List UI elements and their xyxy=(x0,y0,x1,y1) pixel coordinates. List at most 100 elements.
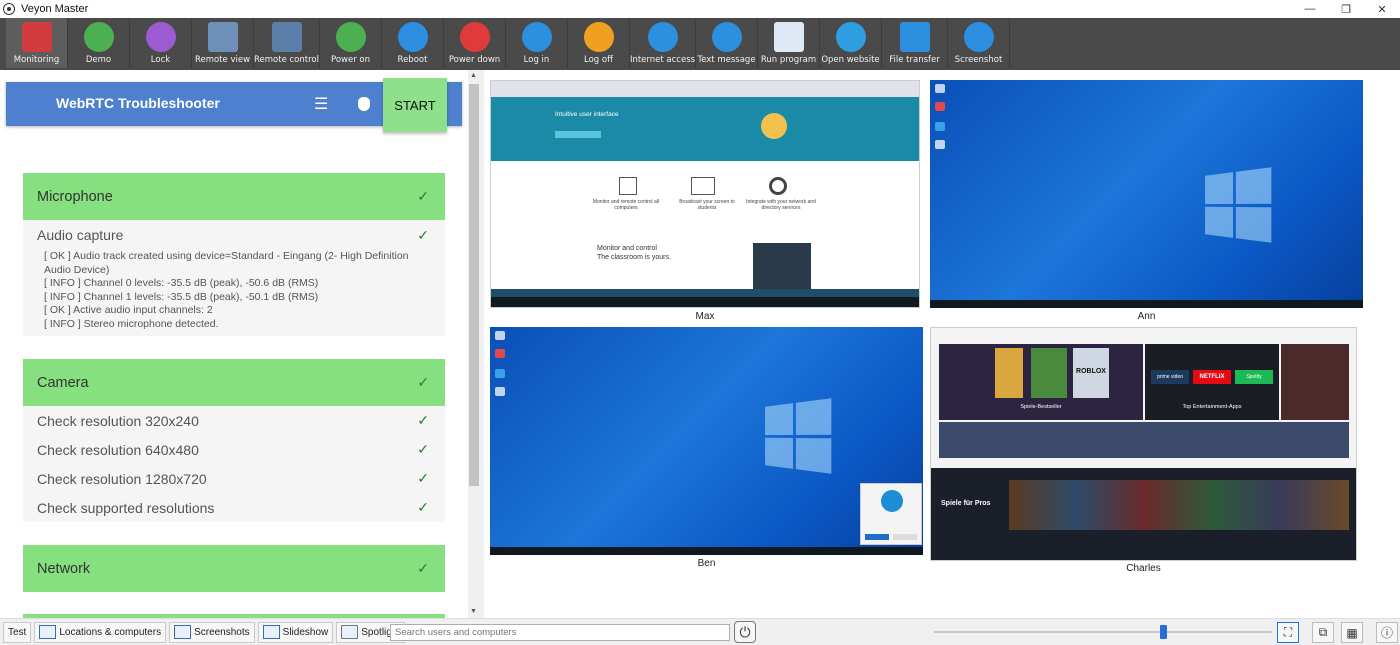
locations-computers-button[interactable]: Locations & computers xyxy=(34,621,167,643)
test-button[interactable]: Test xyxy=(3,621,32,643)
toolbar-button-run-program[interactable]: Run program xyxy=(758,18,820,68)
login-icon xyxy=(521,22,552,52)
game-covers-strip xyxy=(1009,480,1349,530)
check-icon: ✓ xyxy=(417,441,429,457)
prime-video-logo: prime video xyxy=(1151,370,1189,384)
toolbar-button-open-website[interactable]: Open website xyxy=(820,18,882,68)
computer-tile-ben[interactable]: Ben xyxy=(490,327,923,577)
computer-tile-charles[interactable]: ROBLOX Spiele-Bestseller prime video NET… xyxy=(930,327,1357,577)
slideshow-button[interactable]: Slideshow xyxy=(257,621,334,643)
toolbar-button-label: Internet access xyxy=(629,55,696,65)
power-toggle-icon[interactable]: ⏻ xyxy=(734,621,756,643)
log-line: [ OK ] Audio track created using device=… xyxy=(44,250,409,276)
about-info-icon[interactable]: ⓘ xyxy=(1376,622,1398,643)
custom-order-icon[interactable]: ⧉ xyxy=(1312,622,1334,643)
log-line: [ OK ] Active audio input channels: 2 xyxy=(44,304,213,317)
monitoring-icon xyxy=(21,22,52,52)
scroll-up-arrow-icon[interactable]: ▲ xyxy=(470,72,477,79)
feature-text: Monitor and remote control all computers xyxy=(592,199,660,211)
desktop-icon xyxy=(935,122,945,131)
camera-section-body: Check resolution 320x240 ✓ Check resolut… xyxy=(23,406,445,522)
computers-icon xyxy=(619,177,637,195)
check-icon: ✓ xyxy=(417,560,429,576)
zoom-slider-handle[interactable] xyxy=(1160,625,1167,639)
computer-screen: ROBLOX Spiele-Bestseller prime video NET… xyxy=(930,327,1357,561)
close-button[interactable]: ✕ xyxy=(1364,0,1400,18)
screenshots-label: Screenshots xyxy=(194,626,250,638)
section-title: Microphone xyxy=(37,188,113,205)
test-label: Check resolution 1280x720 xyxy=(37,470,207,487)
computer-tile-ann[interactable]: Ann xyxy=(930,80,1363,330)
zoom-slider[interactable] xyxy=(934,625,1272,639)
hamburger-menu-icon[interactable]: ☰ xyxy=(314,94,328,114)
toolbar-button-power-down[interactable]: Power down xyxy=(444,18,506,68)
taskbar xyxy=(491,297,919,307)
test-row[interactable]: Check resolution 320x240 ✓ xyxy=(23,406,445,435)
demo-icon xyxy=(83,22,114,52)
toolbar-button-label: Reboot xyxy=(397,55,428,65)
test-row[interactable]: Check supported resolutions ✓ xyxy=(23,493,445,522)
toolbar-button-text-message[interactable]: Text message xyxy=(696,18,758,68)
game-cover xyxy=(1031,348,1067,398)
title-bar: Veyon Master — ❐ ✕ xyxy=(0,0,1400,18)
test-row[interactable]: Check resolution 1280x720 ✓ xyxy=(23,464,445,493)
bug-report-icon[interactable] xyxy=(358,97,370,111)
toolbar-button-power-on[interactable]: Power on xyxy=(320,18,382,68)
search-input[interactable] xyxy=(390,624,730,641)
camera-section-header[interactable]: Camera ✓ xyxy=(23,359,445,406)
grid-layout-icon[interactable]: ▦ xyxy=(1341,622,1363,643)
start-button[interactable]: START xyxy=(383,78,447,132)
toolbar-button-label: Remote control xyxy=(254,55,319,65)
toolbar-button-internet-access[interactable]: Internet access xyxy=(630,18,696,68)
scrollbar-thumb[interactable] xyxy=(469,84,479,486)
toolbar-button-label: Run program xyxy=(760,55,817,65)
toolbar-button-log-off[interactable]: Log off xyxy=(568,18,630,68)
feature-text: Integrate with your network and director… xyxy=(746,199,816,211)
game-cover xyxy=(995,348,1023,398)
notification-popup xyxy=(860,483,922,545)
toolbar-button-lock[interactable]: Lock xyxy=(130,18,192,68)
popup-button xyxy=(865,534,889,540)
edge-browser-icon xyxy=(881,490,903,512)
microphone-section: Microphone ✓ Audio capture ✓ [ OK ] Audi… xyxy=(23,173,445,336)
toolbar-button-label: Monitoring xyxy=(13,55,60,65)
toolbar-button-remote-view[interactable]: Remote view xyxy=(192,18,254,68)
test-label: Audio capture xyxy=(37,227,124,243)
text-message-icon xyxy=(711,22,742,52)
browser-toolbar xyxy=(491,81,919,97)
tile-title: Top Entertainment-Apps xyxy=(1182,404,1242,410)
test-row[interactable]: Audio capture ✓ xyxy=(23,220,445,250)
app-row xyxy=(939,422,1349,458)
network-section-header[interactable]: Network ✓ xyxy=(23,545,445,592)
toolbar-button-label: Log off xyxy=(584,55,613,65)
toolbar-button-monitoring[interactable]: Monitoring xyxy=(6,18,68,68)
network-section: Network ✓ xyxy=(23,545,445,592)
maximize-button[interactable]: ❐ xyxy=(1328,0,1364,18)
desktop-icon xyxy=(935,102,945,111)
lightbulb-icon xyxy=(761,113,787,139)
taskbar xyxy=(490,547,923,555)
desktop-icon xyxy=(935,140,945,149)
section-heading: Monitor and control xyxy=(597,245,657,252)
toolbar-button-screenshot[interactable]: Screenshot xyxy=(948,18,1010,68)
screenshot-icon xyxy=(963,22,994,52)
computer-tile-max[interactable]: Intuitive user interface Monitor and rem… xyxy=(490,80,920,330)
left-panel-scrollbar[interactable]: ▲ ▼ xyxy=(468,70,481,618)
toolbar-button-demo[interactable]: Demo xyxy=(68,18,130,68)
minimize-button[interactable]: — xyxy=(1292,0,1328,18)
section-title: Camera xyxy=(37,374,89,391)
toolbar-button-log-in[interactable]: Log in xyxy=(506,18,568,68)
toolbar-button-label: File transfer xyxy=(889,55,940,65)
toolbar-button-reboot[interactable]: Reboot xyxy=(382,18,444,68)
screenshots-button[interactable]: Screenshots xyxy=(169,621,255,643)
auto-fit-icon[interactable]: ⛶ xyxy=(1277,622,1299,643)
tile-title: Spiele-Bestseller xyxy=(1020,404,1062,410)
toolbar-button-remote-control[interactable]: Remote control xyxy=(254,18,320,68)
log-line: [ INFO ] Channel 0 levels: -35.5 dB (pea… xyxy=(44,277,319,290)
toolbar-button-file-transfer[interactable]: File transfer xyxy=(882,18,948,68)
scroll-down-arrow-icon[interactable]: ▼ xyxy=(470,608,477,615)
check-icon: ✓ xyxy=(417,499,429,515)
microphone-section-header[interactable]: Microphone ✓ xyxy=(23,173,445,220)
test-row[interactable]: Check resolution 640x480 ✓ xyxy=(23,435,445,464)
power-down-icon xyxy=(459,22,490,52)
